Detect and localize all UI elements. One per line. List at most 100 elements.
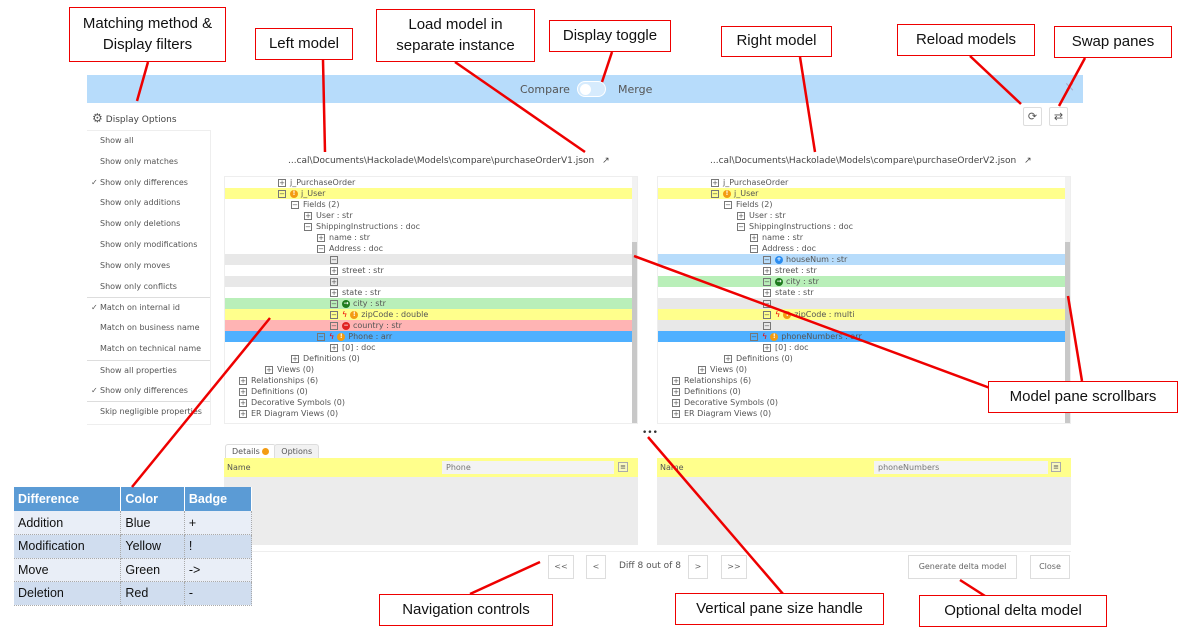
tree-node[interactable]: + name : str xyxy=(225,232,637,243)
collapse-icon[interactable]: − xyxy=(763,299,771,308)
open-external-icon[interactable]: ↗ xyxy=(602,156,610,166)
prev-diff-button[interactable]: < xyxy=(586,555,606,579)
tree-node[interactable]: − ShippingInstructions : doc xyxy=(658,221,1070,232)
expand-icon[interactable]: + xyxy=(698,365,706,374)
collapse-icon[interactable]: − xyxy=(763,255,771,264)
name-value-field[interactable]: Phone xyxy=(442,461,614,474)
tree-node[interactable]: − → city : str xyxy=(658,276,1070,287)
tree-node[interactable]: + name : str xyxy=(658,232,1070,243)
collapse-icon[interactable]: − xyxy=(278,189,286,198)
expand-icon[interactable]: + xyxy=(278,178,286,187)
tree-node[interactable]: − ϟ! zipCode : multi xyxy=(658,309,1070,320)
tree-node[interactable]: − Address : doc xyxy=(658,243,1070,254)
expand-icon[interactable]: + xyxy=(724,354,732,363)
display-option-item[interactable]: Show all properties xyxy=(87,359,210,381)
collapse-icon[interactable]: − xyxy=(330,321,338,330)
tree-node[interactable]: + Definitions (0) xyxy=(225,353,637,364)
tree-node[interactable]: + Relationships (6) xyxy=(225,375,637,386)
tree-node[interactable]: + state : str xyxy=(225,287,637,298)
collapse-icon[interactable]: − xyxy=(317,332,325,341)
collapse-icon[interactable]: − xyxy=(763,277,771,286)
display-option-item[interactable]: Show only modifications xyxy=(87,235,210,256)
scrollbar-thumb[interactable] xyxy=(632,242,637,423)
collapse-icon[interactable]: − xyxy=(750,244,758,253)
display-option-item[interactable]: Show all xyxy=(87,131,210,152)
tree-node[interactable]: − → city : str xyxy=(225,298,637,309)
expand-icon[interactable]: + xyxy=(330,288,338,297)
display-option-item[interactable]: Show only deletions xyxy=(87,214,210,235)
tree-node[interactable]: − xyxy=(225,254,637,265)
reload-models-button[interactable]: ⟳ xyxy=(1023,107,1042,126)
expand-icon[interactable]: + xyxy=(291,354,299,363)
display-option-item[interactable]: Show only conflicts xyxy=(87,277,210,298)
tree-node[interactable]: + street : str xyxy=(225,265,637,276)
tree-node[interactable]: − ShippingInstructions : doc xyxy=(225,221,637,232)
expand-icon[interactable]: + xyxy=(763,288,771,297)
collapse-icon[interactable]: − xyxy=(737,222,745,231)
expand-icon[interactable]: + xyxy=(239,398,247,407)
tree-node[interactable]: − + houseNum : str xyxy=(658,254,1070,265)
tree-node[interactable]: + [0] : doc xyxy=(658,342,1070,353)
tree-node[interactable]: + Decorative Symbols (0) xyxy=(225,397,637,408)
last-diff-button[interactable]: >> xyxy=(721,555,747,579)
collapse-icon[interactable]: − xyxy=(724,200,732,209)
expand-icon[interactable]: + xyxy=(672,398,680,407)
collapse-icon[interactable]: − xyxy=(750,332,758,341)
tree-node[interactable]: −! j_User xyxy=(658,188,1070,199)
tree-node[interactable]: − ϟ! Phone : arr xyxy=(225,331,637,342)
tree-node[interactable]: + xyxy=(225,276,637,287)
next-diff-button[interactable]: > xyxy=(688,555,708,579)
tree-node[interactable]: − ϟ! zipCode : double xyxy=(225,309,637,320)
expand-icon[interactable]: + xyxy=(672,376,680,385)
collapse-icon[interactable]: − xyxy=(330,310,338,319)
swap-panes-button[interactable]: ⇄ xyxy=(1049,107,1068,126)
vertical-pane-size-handle[interactable]: ••• xyxy=(642,428,658,438)
tab-options[interactable]: Options xyxy=(274,444,320,458)
expand-icon[interactable]: + xyxy=(265,365,273,374)
expand-icon[interactable]: + xyxy=(304,211,312,220)
expand-icon[interactable]: + xyxy=(330,277,338,286)
close-icon[interactable]: × xyxy=(1064,80,1075,95)
tree-node[interactable]: − xyxy=(658,298,1070,309)
name-value-field[interactable]: phoneNumbers xyxy=(874,461,1048,474)
tree-node[interactable]: + [0] : doc xyxy=(225,342,637,353)
expand-icon[interactable]: + xyxy=(763,343,771,352)
toggle-knob[interactable] xyxy=(580,84,591,95)
menu-icon[interactable]: ≡ xyxy=(618,462,628,472)
open-external-icon[interactable]: ↗ xyxy=(1024,156,1032,166)
display-option-item[interactable]: Match on business name xyxy=(87,318,210,339)
tree-node[interactable]: −! j_User xyxy=(225,188,637,199)
display-option-item[interactable]: Show only matches xyxy=(87,152,210,173)
expand-icon[interactable]: + xyxy=(672,409,680,418)
expand-icon[interactable]: + xyxy=(239,376,247,385)
expand-icon[interactable]: + xyxy=(330,266,338,275)
display-option-item[interactable]: ✓ Match on internal id xyxy=(87,297,210,318)
tree-node[interactable]: + User : str xyxy=(658,210,1070,221)
menu-icon[interactable]: ≡ xyxy=(1051,462,1061,472)
display-option-item[interactable]: Skip negligible properties xyxy=(87,401,210,422)
generate-delta-model-button[interactable]: Generate delta model xyxy=(908,555,1017,579)
tree-node[interactable]: − Fields (2) xyxy=(225,199,637,210)
expand-icon[interactable]: + xyxy=(711,178,719,187)
tree-node[interactable]: − Address : doc xyxy=(225,243,637,254)
collapse-icon[interactable]: − xyxy=(317,244,325,253)
collapse-icon[interactable]: − xyxy=(304,222,312,231)
display-option-item[interactable]: Match on technical name xyxy=(87,339,210,360)
tree-node[interactable]: − Fields (2) xyxy=(658,199,1070,210)
display-option-item[interactable]: Show only moves xyxy=(87,256,210,277)
left-pane-scrollbar[interactable] xyxy=(632,177,637,423)
collapse-icon[interactable]: − xyxy=(763,321,771,330)
tree-node[interactable]: + j_PurchaseOrder xyxy=(658,177,1070,188)
expand-icon[interactable]: + xyxy=(672,387,680,396)
close-button[interactable]: Close xyxy=(1030,555,1070,579)
display-option-item[interactable]: Show only additions xyxy=(87,193,210,214)
tree-node[interactable]: − − country : str xyxy=(225,320,637,331)
tree-node[interactable]: − xyxy=(658,320,1070,331)
display-option-item[interactable]: ✓ Show only differences xyxy=(87,381,210,402)
display-option-item[interactable]: ✓ Show only differences xyxy=(87,173,210,194)
collapse-icon[interactable]: − xyxy=(330,299,338,308)
collapse-icon[interactable]: − xyxy=(291,200,299,209)
tree-node[interactable]: + state : str xyxy=(658,287,1070,298)
tree-node[interactable]: + Views (0) xyxy=(225,364,637,375)
tree-node[interactable]: − ϟ! phoneNumbers : arr xyxy=(658,331,1070,342)
